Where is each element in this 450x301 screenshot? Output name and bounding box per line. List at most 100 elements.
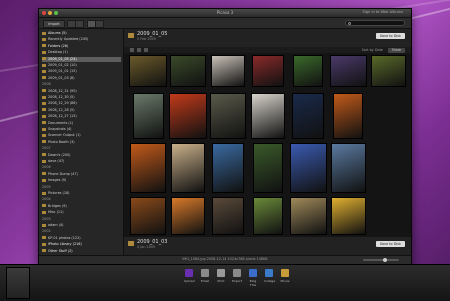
photo-thumbnail[interactable]: [132, 93, 164, 139]
photo-tray: Upload Email Print Export Blog This Collage Mo…: [0, 264, 450, 301]
photo-thumbnail[interactable]: [130, 143, 166, 193]
sidebar-item[interactable]: 2009_01_02 (10): [42, 63, 121, 68]
sidebar-item[interactable]: Misc (11): [42, 210, 121, 215]
list-view-icon[interactable]: [95, 20, 104, 28]
photo-thumbnail[interactable]: [251, 93, 285, 139]
save-to-disk-button[interactable]: Save to Disk: [375, 241, 405, 247]
photo-thumbnail[interactable]: [330, 197, 366, 235]
sidebar-item[interactable]: Albums (5): [42, 31, 121, 36]
sidebar-item[interactable]: Desktop (1): [42, 50, 121, 55]
tray-action-upload[interactable]: Upload: [184, 269, 195, 283]
sidebar-item[interactable]: Documents (1): [42, 121, 121, 126]
sidebar-item-label: 2009_01_03 (8): [48, 75, 75, 80]
photo-thumbnail[interactable]: [171, 143, 205, 193]
sidebar-item[interactable]: Phone Dump (47): [42, 172, 121, 177]
sidebar-item-label: Documents (1): [48, 120, 74, 125]
sidebar-item[interactable]: KP-01 photos (122): [42, 236, 121, 241]
photo-thumbnail[interactable]: [293, 55, 323, 87]
tray-action-export[interactable]: Export: [232, 269, 242, 283]
photo-thumbnail[interactable]: [333, 93, 363, 139]
photo-thumbnail[interactable]: [289, 197, 327, 235]
slider-knob[interactable]: [383, 258, 387, 262]
save-to-disk-button[interactable]: Save to Disk: [375, 33, 405, 39]
photo-thumbnail[interactable]: [169, 93, 207, 139]
sidebar-item[interactable]: Scanner Output (1): [42, 133, 121, 138]
photo-thumbnail[interactable]: [212, 197, 244, 235]
folder-icon: [42, 76, 46, 80]
folder-icon: [42, 114, 46, 118]
sidebar-item[interactable]: Photo Booth (3): [42, 140, 121, 145]
photo-thumbnail[interactable]: [252, 55, 284, 87]
folder-icon: [42, 108, 46, 112]
export-icon: [233, 269, 241, 277]
sidebar-item[interactable]: Recently Updated (245): [42, 37, 121, 42]
folder-icon: [42, 236, 46, 240]
sidebar-item[interactable]: dave (47): [42, 159, 121, 164]
sidebar-item[interactable]: Pictures (18): [42, 191, 121, 196]
tray-action-collage[interactable]: Collage: [264, 269, 275, 283]
photo-thumbnail[interactable]: [211, 55, 245, 87]
sidebar-item[interactable]: Dawn's (200): [42, 153, 121, 158]
tray-action-label: Movie: [280, 279, 290, 283]
photo-thumbnail[interactable]: [370, 55, 406, 87]
upload-icon[interactable]: [137, 48, 141, 52]
folder-icon: [42, 31, 46, 35]
sidebar-item[interactable]: 2008_12_30 (5): [42, 95, 121, 100]
photo-thumbnail[interactable]: [129, 55, 167, 87]
sign-in-link[interactable]: Sign in to Web Albums: [362, 10, 403, 14]
tray-action-movie[interactable]: Movie: [280, 269, 290, 283]
photo-thumbnail[interactable]: [210, 93, 246, 139]
photo-thumbnail[interactable]: [330, 143, 366, 193]
sidebar-item-label: Desktop (1): [48, 50, 68, 55]
movie-icon: [281, 269, 289, 277]
sidebar-item[interactable]: Bridges (9): [42, 204, 121, 209]
people-icon[interactable]: [75, 20, 84, 28]
folder-icon: [42, 121, 46, 125]
sort-label[interactable]: Sort by Date: [362, 48, 383, 52]
tray-action-blog-this[interactable]: Blog This: [248, 269, 258, 287]
sidebar-item-label: Bridges (9): [48, 203, 67, 208]
tray-action-print[interactable]: Print: [216, 269, 226, 283]
photo-thumbnail[interactable]: [329, 55, 367, 87]
photo-thumbnail[interactable]: [289, 143, 327, 193]
search-input[interactable]: [345, 20, 405, 26]
sidebar-item-label: Dawn's (200): [48, 152, 71, 157]
photo-thumbnail[interactable]: [212, 143, 244, 193]
sidebar-item[interactable]: 2009_01_01 (15): [42, 69, 121, 74]
play-icon[interactable]: [130, 48, 134, 52]
folder-icon: [42, 159, 46, 163]
sidebar-item[interactable]: adam (4): [42, 223, 121, 228]
photo-thumbnail[interactable]: [130, 197, 166, 235]
sidebar-item[interactable]: 2009_01_05 (24): [42, 56, 121, 62]
tray-thumbnail[interactable]: [6, 267, 30, 299]
photo-thumbnail[interactable]: [253, 143, 283, 193]
photo-thumbnail[interactable]: [253, 197, 283, 235]
sidebar-item[interactable]: iPhoto Library (216): [42, 242, 121, 247]
sidebar-item[interactable]: 2008_12_28 (5): [42, 108, 121, 113]
sidebar-year-heading: 2005: [42, 185, 121, 190]
print-icon: [217, 269, 225, 277]
thumbnail-size-slider[interactable]: [363, 258, 399, 262]
sidebar-item[interactable]: 2008_12_27 (15): [42, 114, 121, 119]
photo-thumbnail[interactable]: [170, 55, 206, 87]
folder-date: 4 Jan 2009: [137, 245, 156, 249]
tray-action-email[interactable]: Email: [200, 269, 210, 283]
sidebar-item[interactable]: 2008_12_29 (86): [42, 101, 121, 106]
status-text: IMG_1084.jpg 2008-12-14 1024x768 pixels …: [182, 257, 268, 261]
folder-icon: [42, 204, 46, 208]
photo-thumbnail[interactable]: [171, 197, 205, 235]
sidebar-item-label: 2008: [42, 82, 51, 87]
sidebar-item[interactable]: 2008_12_31 (90): [42, 89, 121, 94]
share-button[interactable]: Share: [387, 47, 405, 53]
sidebar-item[interactable]: Other Stuff (2): [42, 249, 121, 254]
sidebar-item[interactable]: Snapshots (4): [42, 127, 121, 132]
sidebar-item-label: Albums (5): [48, 31, 67, 35]
sidebar-item[interactable]: Images (9): [42, 178, 121, 183]
star-icon[interactable]: [144, 48, 148, 52]
photo-thumbnail[interactable]: [292, 93, 324, 139]
tray-action-label: Export: [232, 279, 242, 283]
tray-action-label: Email: [200, 279, 210, 283]
sidebar-item[interactable]: Folders (26): [42, 44, 121, 49]
import-button[interactable]: Import: [43, 20, 65, 28]
sidebar-item[interactable]: 2009_01_03 (8): [42, 76, 121, 81]
